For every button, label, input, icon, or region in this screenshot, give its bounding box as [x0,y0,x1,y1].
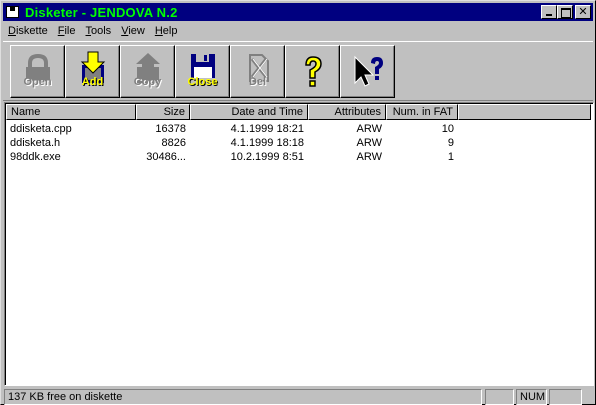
close-label: Close [187,76,218,88]
title-bar[interactable]: Disketer - JENDOVA N.2 ✕ [3,3,593,21]
add-label: Add [81,76,104,88]
file-size: 16378 [155,123,186,135]
status-pane-scroll [549,389,582,405]
menu-file[interactable]: File [53,25,81,37]
copy-label: Copy [133,76,162,88]
pointer-question-icon [354,55,383,87]
window-title: Disketer - JENDOVA N.2 [25,4,178,20]
diskette-app-icon[interactable] [5,5,21,19]
help-button[interactable] [285,45,340,98]
status-message: 137 KB free on diskette [4,389,482,405]
maximize-button[interactable] [557,5,573,19]
file-date: 4.1.1999 18:18 [230,137,304,149]
file-date: 4.1.1999 18:21 [230,123,304,135]
open-label: Open [23,76,52,88]
toolbar: Open Add Copy Close Del [3,41,593,101]
close-button[interactable]: Close [175,45,230,98]
table-row[interactable]: ddisketa.h 8826 4.1.1999 18:18 ARW 9 [6,136,458,150]
question-icon [304,56,322,87]
delete-label: Del [248,76,267,88]
menu-diskette[interactable]: Diskette [3,25,53,37]
column-header-date[interactable]: Date and Time [190,104,308,120]
column-header-size[interactable]: Size [136,104,190,120]
status-pane-caps [485,389,514,405]
delete-button[interactable]: Del [230,45,285,98]
status-pane-num: NUM [516,389,547,405]
file-list[interactable]: Name Size Date and Time Attributes Num. … [4,102,594,386]
status-bar: 137 KB free on diskette NUM [3,389,593,405]
menu-help[interactable]: Help [150,25,183,37]
table-row[interactable]: ddisketa.cpp 16378 4.1.1999 18:21 ARW 10 [6,122,458,136]
file-fat-number: 1 [447,151,454,163]
file-date: 10.2.1999 8:51 [230,151,304,163]
menu-view[interactable]: View [116,25,150,37]
file-attributes: ARW [356,137,382,149]
close-icon: ✕ [578,6,588,18]
context-help-button[interactable] [340,45,395,98]
close-window-button[interactable]: ✕ [575,5,591,19]
file-fat-number: 10 [441,123,454,135]
file-fat-number: 9 [447,137,454,149]
app-window: Disketer - JENDOVA N.2 ✕ Diskette File T… [0,0,596,405]
add-button[interactable]: Add [65,45,120,98]
list-header: Name Size Date and Time Attributes Num. … [6,104,591,120]
file-size: 8826 [161,137,186,149]
file-attributes: ARW [356,123,382,135]
table-row[interactable]: 98ddk.exe 30486... 10.2.1999 8:51 ARW 1 [6,150,458,164]
column-header-filler [458,104,591,120]
copy-button[interactable]: Copy [120,45,175,98]
column-header-fat[interactable]: Num. in FAT [386,104,458,120]
open-button[interactable]: Open [10,45,65,98]
maximize-icon [558,6,572,18]
file-size: 30486... [146,151,186,163]
menu-tools[interactable]: Tools [81,25,117,37]
file-attributes: ARW [356,151,382,163]
file-name: ddisketa.h [10,137,61,149]
column-header-attributes[interactable]: Attributes [308,104,386,120]
list-rows: ddisketa.cpp 16378 4.1.1999 18:21 ARW 10… [6,122,458,164]
menu-bar: Diskette File Tools View Help [3,22,182,40]
column-header-name[interactable]: Name [6,104,136,120]
minimize-icon [542,6,556,18]
minimize-button[interactable] [541,5,557,19]
file-name: 98ddk.exe [10,151,61,163]
file-name: ddisketa.cpp [10,123,72,135]
